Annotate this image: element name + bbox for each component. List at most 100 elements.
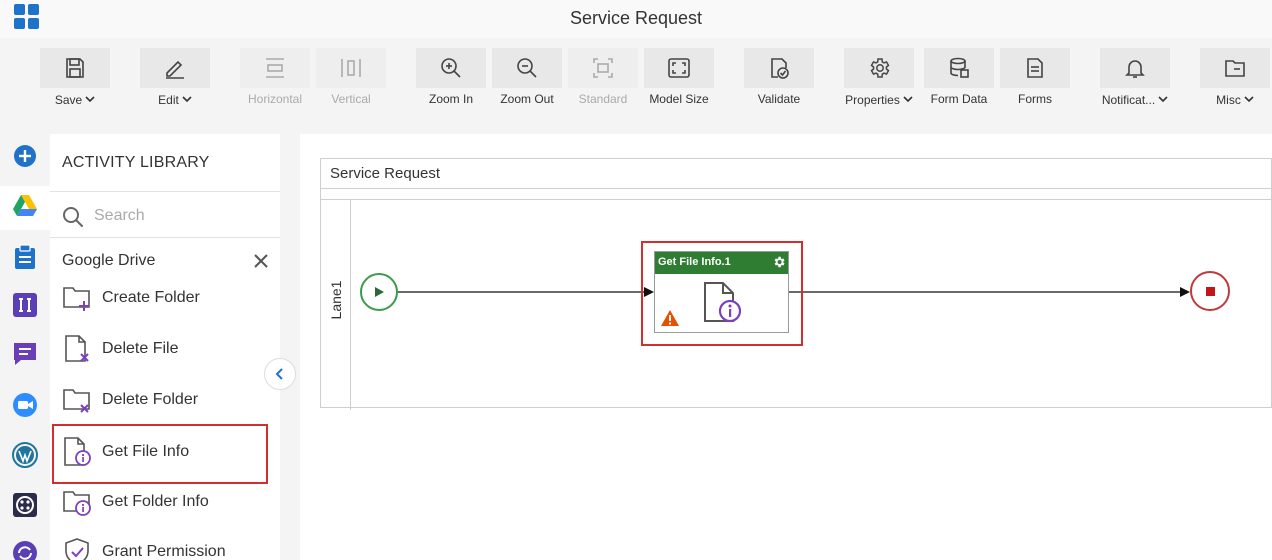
gear-icon: [844, 48, 914, 88]
process-canvas[interactable]: Service Request Lane1 Get File Info.1: [300, 134, 1272, 560]
forms-label: Forms: [990, 92, 1080, 106]
standard-size-icon: [568, 48, 638, 88]
model-size-icon: [644, 48, 714, 88]
zoom-in-icon: [416, 48, 486, 88]
vertical-button[interactable]: Vertical: [316, 48, 386, 108]
rail-item-google-drive[interactable]: [0, 186, 50, 230]
library-item-label: Grant Permission: [102, 543, 226, 560]
notifications-button[interactable]: Notificat...: [1100, 48, 1170, 108]
chevron-down-icon: [903, 92, 913, 106]
validate-label-text: Validate: [757, 92, 801, 106]
standard-button[interactable]: Standard: [568, 48, 638, 108]
divider: [50, 237, 280, 238]
model-size-button[interactable]: Model Size: [644, 48, 714, 108]
zoom-out-label-text: Zoom Out: [500, 92, 554, 106]
zoom-out-button[interactable]: Zoom Out: [492, 48, 562, 108]
activity-library: ACTIVITY LIBRARY Google Drive Create Fol…: [50, 134, 280, 560]
sync-icon: [12, 540, 38, 560]
end-event[interactable]: [1190, 271, 1230, 311]
add-icon: [13, 144, 37, 173]
horizontal-button[interactable]: Horizontal: [240, 48, 310, 108]
form-data-label-text: Form Data: [930, 92, 988, 106]
save-label: Save: [30, 92, 120, 107]
start-event[interactable]: [360, 273, 398, 311]
rail-item-text-i[interactable]: [0, 285, 50, 329]
rail-item-video[interactable]: [0, 385, 50, 429]
library-item-create-folder[interactable]: Create Folder: [52, 276, 268, 320]
file-info-icon: [704, 282, 742, 323]
delete-file-icon: [62, 334, 90, 364]
chevron-left-icon: [275, 368, 283, 380]
rail-item-add[interactable]: [0, 136, 50, 180]
library-item-delete-file[interactable]: Delete File: [52, 327, 268, 371]
library-item-delete-folder[interactable]: Delete Folder: [52, 378, 268, 422]
task-name: Get File Info.1: [658, 256, 731, 268]
library-item-label: Get File Info: [102, 443, 190, 460]
library-item-grant-permission[interactable]: Grant Permission: [52, 530, 268, 560]
zoom-out-icon: [492, 48, 562, 88]
flow-connectors: [398, 287, 1190, 297]
edit-label-text: Edit: [158, 93, 179, 107]
notifications-label-text: Notificat...: [1101, 93, 1156, 107]
forms-button[interactable]: Forms: [1000, 48, 1070, 108]
wordpress-icon: [12, 441, 38, 473]
clipboard-icon: [13, 243, 37, 275]
chevron-down-icon: [182, 92, 192, 106]
google-drive-icon: [12, 194, 38, 223]
group-title: Google Drive: [62, 252, 156, 269]
zoom-in-label-text: Zoom In: [428, 92, 473, 106]
properties-button[interactable]: Properties: [844, 48, 914, 108]
collapse-panel-button[interactable]: [264, 358, 296, 390]
forms-label-text: Forms: [1018, 92, 1052, 106]
library-item-get-file-info[interactable]: Get File Info: [52, 424, 268, 484]
divider: [50, 191, 280, 192]
library-item-label: Delete File: [102, 340, 179, 357]
search-input[interactable]: [94, 204, 264, 228]
notifications-label: Notificat...: [1090, 92, 1180, 107]
search-icon: [63, 207, 83, 227]
horizontal-label-text: Horizontal: [247, 92, 303, 106]
form-data-button[interactable]: Form Data: [924, 48, 994, 108]
rail-item-chat[interactable]: [0, 334, 50, 378]
model-size-label-text: Model Size: [649, 92, 709, 106]
pencil-icon: [140, 48, 210, 88]
task-header: Get File Info.1: [655, 252, 788, 274]
chevron-down-icon: [1158, 92, 1168, 106]
model-size-label: Model Size: [634, 92, 724, 106]
save-label-text: Save: [54, 93, 83, 107]
close-icon[interactable]: [254, 254, 268, 268]
chevron-down-icon: [85, 92, 95, 106]
rail-item-clipboard[interactable]: [0, 237, 50, 281]
warning-icon: [661, 310, 679, 326]
rail-item-sync[interactable]: [0, 533, 50, 560]
chat-icon: [12, 341, 38, 372]
forms-icon: [1000, 48, 1070, 88]
toolbar: Save Edit Horizontal Vertical Zoom In Zoom Ou…: [0, 38, 1272, 114]
horizontal-align-icon: [240, 48, 310, 88]
twilio-icon: [12, 492, 38, 523]
misc-button[interactable]: Misc: [1200, 48, 1270, 108]
standard-label-text: Standard: [578, 92, 628, 106]
edit-label: Edit: [130, 92, 220, 107]
edit-button[interactable]: Edit: [140, 48, 210, 108]
grant-permission-icon: [62, 537, 90, 560]
save-button[interactable]: Save: [40, 48, 110, 108]
zoom-in-button[interactable]: Zoom In: [416, 48, 486, 108]
play-icon: [375, 287, 384, 297]
arrow-head-2: [1180, 287, 1190, 297]
save-icon: [40, 48, 110, 88]
misc-label-text: Misc: [1216, 93, 1241, 107]
create-folder-icon: [62, 283, 90, 313]
validate-button[interactable]: Validate: [744, 48, 814, 108]
validate-label: Validate: [734, 92, 824, 106]
rail-item-wordpress[interactable]: [0, 435, 50, 479]
misc-label: Misc: [1190, 92, 1272, 107]
vertical-label: Vertical: [306, 92, 396, 106]
video-icon: [12, 392, 38, 423]
properties-label-text: Properties: [845, 93, 900, 107]
gear-icon[interactable]: [772, 255, 786, 269]
get-file-info-task[interactable]: Get File Info.1: [654, 251, 789, 333]
library-item-get-folder-info[interactable]: Get Folder Info: [52, 480, 268, 524]
rail-item-twilio[interactable]: [0, 485, 50, 529]
validate-icon: [744, 48, 814, 88]
